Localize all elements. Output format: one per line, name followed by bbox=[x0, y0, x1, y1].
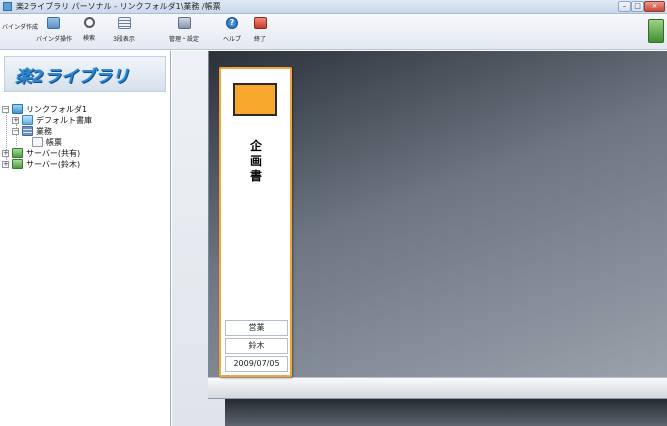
document-icon bbox=[32, 137, 43, 147]
tree-node-label: デフォルト書庫 bbox=[36, 116, 92, 125]
expand-toggle[interactable]: + bbox=[2, 150, 9, 157]
title-bar: 楽2ライブラリ パーソナル - リンクフォルダ1\業務 /帳票 – □ × bbox=[0, 0, 667, 14]
binder-date: 2009/07/05 bbox=[225, 356, 288, 372]
exit-label: 終了 bbox=[253, 36, 266, 43]
collapse-toggle[interactable]: − bbox=[2, 106, 9, 113]
help-icon: ? bbox=[226, 17, 238, 29]
manage-settings-label: 管理・設定 bbox=[168, 36, 199, 43]
manage-icon bbox=[177, 17, 191, 29]
minimize-button[interactable]: – bbox=[618, 1, 631, 12]
binder-color-swatch bbox=[233, 83, 277, 116]
binder-spine[interactable]: 企画書 営業 鈴木 2009/07/05 bbox=[219, 67, 292, 377]
app-logo: 楽2ライブラリ bbox=[15, 67, 129, 87]
user-icon[interactable] bbox=[648, 19, 664, 43]
maximize-button[interactable]: □ bbox=[631, 1, 644, 12]
binder-operation-label: バインダ操作 bbox=[36, 36, 73, 43]
binder-op-icon bbox=[46, 17, 60, 29]
app-icon bbox=[3, 2, 12, 11]
search-label: 検索 bbox=[82, 35, 95, 42]
logo-banner: 楽2ライブラリ bbox=[4, 56, 166, 92]
exit-icon bbox=[253, 17, 267, 29]
create-binder-label: バインダ作成 bbox=[2, 24, 39, 31]
toolbar: バインダ作成 バインダ操作 検索 3段表示 管理・設定 ? ヘルプ 終了 bbox=[0, 14, 667, 96]
tree-node-label: リンクフォルダ1 bbox=[26, 105, 88, 114]
binder-department: 営業 bbox=[225, 320, 288, 336]
tree-node-label: サーバー(共有) bbox=[26, 149, 81, 158]
folder-icon bbox=[12, 104, 23, 114]
help-button[interactable]: ? ヘルプ bbox=[220, 17, 244, 47]
search-button[interactable]: 検索 bbox=[78, 17, 100, 47]
sidebar: 楽2ライブラリ − リンクフォルダ1 + デフォルト書庫 − 業務 帳票 + サ… bbox=[0, 51, 171, 426]
library-icon bbox=[22, 115, 33, 125]
three-tier-view-button[interactable]: 3段表示 bbox=[111, 17, 137, 47]
create-binder-button[interactable]: バインダ作成 bbox=[2, 17, 234, 96]
server-icon bbox=[12, 159, 23, 169]
shelf-icon bbox=[22, 126, 33, 136]
exit-button[interactable]: 終了 bbox=[250, 17, 270, 47]
three-tier-icon bbox=[117, 17, 131, 29]
shelf-plank bbox=[208, 377, 667, 399]
manage-settings-button[interactable]: 管理・設定 bbox=[168, 17, 200, 47]
window-title: 楽2ライブラリ パーソナル - リンクフォルダ1\業務 /帳票 bbox=[16, 2, 221, 11]
tree-node-label: サーバー(鈴木) bbox=[26, 160, 81, 169]
help-label: ヘルプ bbox=[222, 36, 241, 43]
tree-node-label: 業務 bbox=[36, 127, 52, 136]
binder-title: 企画書 bbox=[249, 139, 262, 183]
search-icon bbox=[83, 17, 95, 28]
binder-operation-button[interactable]: バインダ操作 bbox=[36, 17, 73, 47]
lower-shelf bbox=[225, 399, 667, 426]
tree-node-label: 帳票 bbox=[46, 138, 62, 147]
close-button[interactable]: × bbox=[644, 1, 665, 12]
three-tier-label: 3段表示 bbox=[113, 36, 135, 43]
binder-owner: 鈴木 bbox=[225, 338, 288, 354]
server-icon bbox=[12, 148, 23, 158]
expand-toggle[interactable]: + bbox=[2, 161, 9, 168]
collapse-toggle[interactable]: − bbox=[12, 128, 19, 135]
expand-toggle[interactable]: + bbox=[12, 117, 19, 124]
